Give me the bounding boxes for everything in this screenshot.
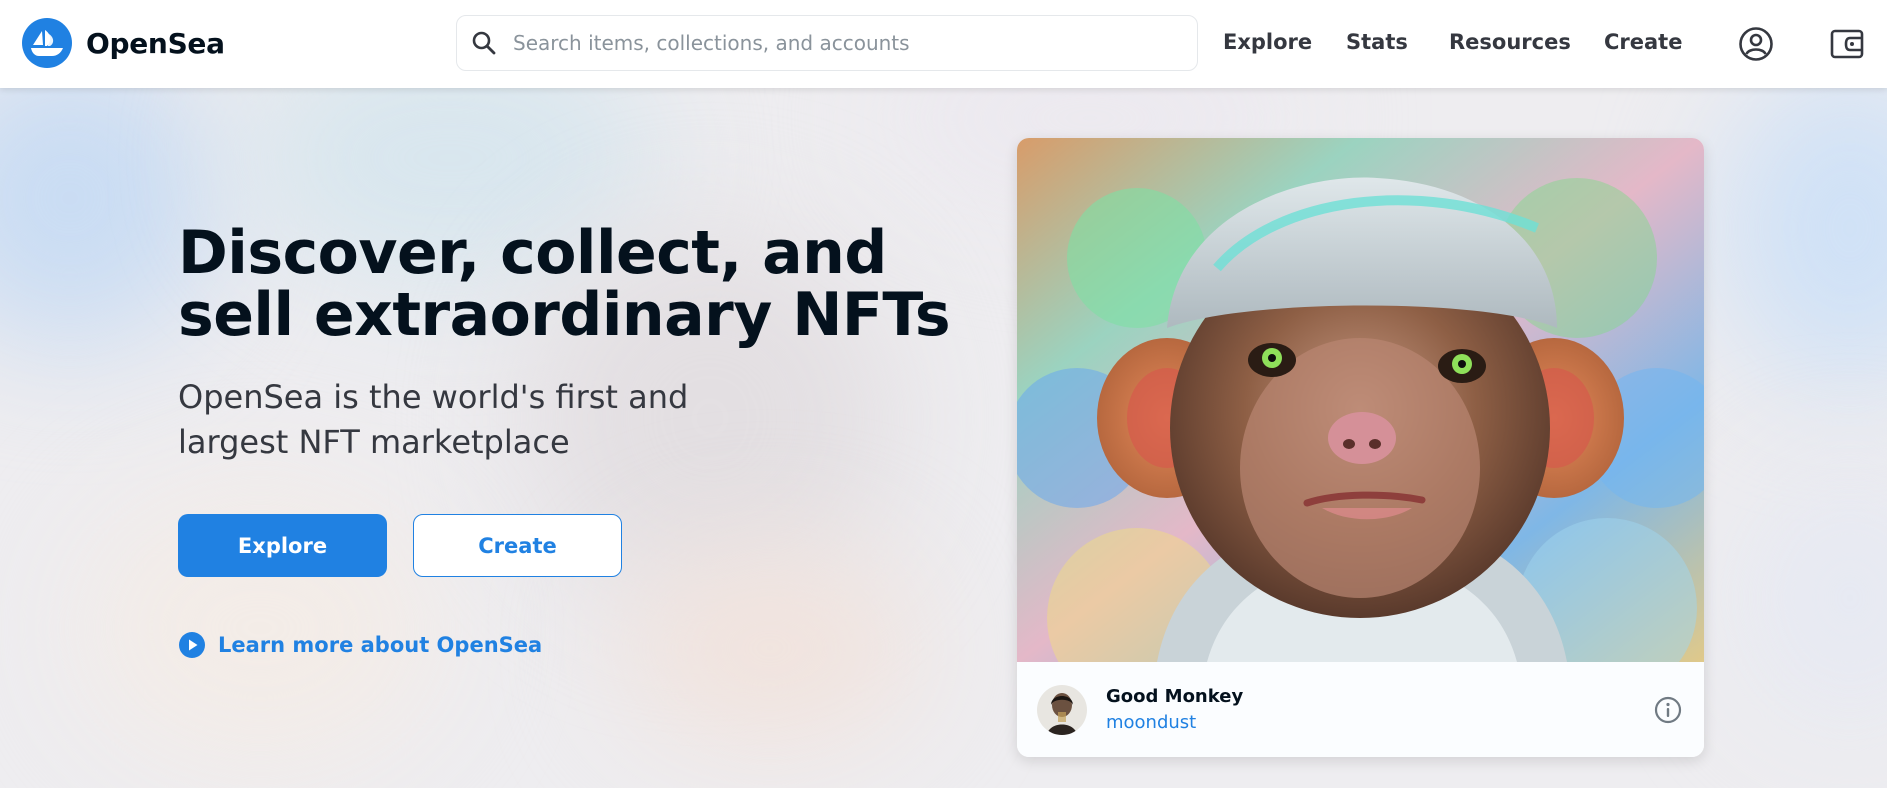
nft-creator-link[interactable]: moondust [1106, 712, 1196, 733]
search-icon [469, 28, 499, 58]
opensea-sailboat-icon [22, 18, 72, 68]
nav-create-link[interactable]: Create [1604, 30, 1682, 54]
nft-card-footer: Good Monkey moondust [1017, 662, 1704, 757]
hero-subtitle: OpenSea is the world's first and largest… [178, 378, 689, 461]
nav-resources-link[interactable]: Resources [1449, 30, 1571, 54]
search-input[interactable] [513, 31, 1163, 55]
brand-name: OpenSea [86, 26, 225, 60]
account-circle-icon[interactable] [1735, 23, 1777, 65]
top-navbar: OpenSea Explore Stats Resources Create [0, 0, 1887, 88]
creator-avatar[interactable] [1037, 685, 1087, 735]
hero-title: Discover, collect, and sell extraordinar… [178, 218, 951, 350]
nft-artwork-image [1017, 138, 1704, 708]
opensea-logo-link[interactable]: OpenSea [22, 18, 225, 68]
nft-name: Good Monkey [1106, 686, 1244, 707]
play-circle-icon [178, 631, 206, 659]
nav-explore-link[interactable]: Explore [1223, 30, 1312, 54]
hero-create-button[interactable]: Create [413, 514, 622, 577]
info-icon[interactable] [1654, 696, 1682, 724]
wallet-icon[interactable] [1826, 23, 1868, 65]
search-bar[interactable] [456, 15, 1198, 71]
nav-stats-link[interactable]: Stats [1346, 30, 1408, 54]
learn-more-link[interactable]: Learn more about OpenSea [178, 631, 542, 659]
learn-more-label: Learn more about OpenSea [218, 633, 543, 657]
hero-explore-button[interactable]: Explore [178, 514, 387, 577]
featured-nft-card[interactable]: Good Monkey moondust [1017, 138, 1704, 757]
